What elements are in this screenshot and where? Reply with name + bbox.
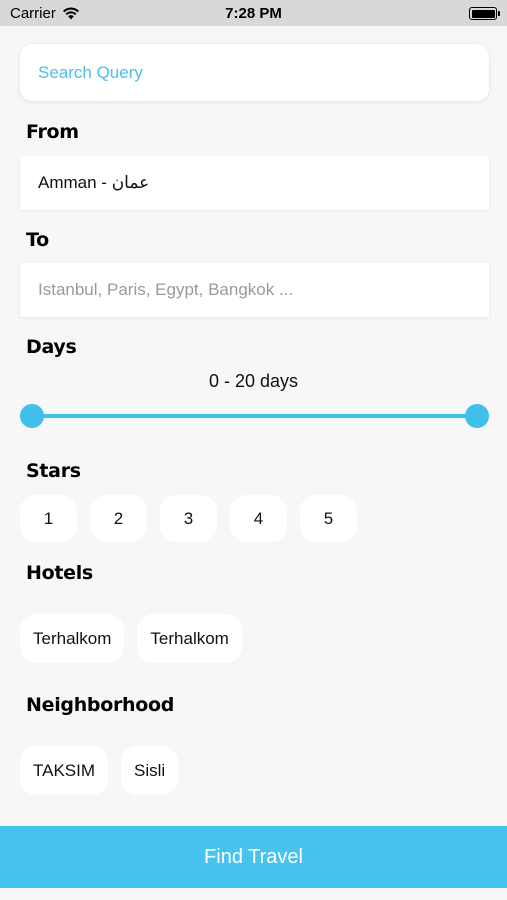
status-time: 7:28 PM <box>225 5 282 22</box>
neighborhood-chip[interactable]: TAKSIM <box>20 746 109 795</box>
neighborhood-list: TAKSIM Sisli <box>20 746 179 795</box>
star-option-5[interactable]: 5 <box>300 495 357 542</box>
star-option-3[interactable]: 3 <box>160 495 217 542</box>
slider-max-handle[interactable] <box>465 404 489 428</box>
neighborhood-chip[interactable]: Sisli <box>121 746 179 795</box>
slider-track[interactable] <box>32 414 477 418</box>
hotels-label: Hotels <box>26 562 93 584</box>
find-travel-button[interactable]: Find Travel <box>0 826 507 888</box>
star-option-4[interactable]: 4 <box>230 495 287 542</box>
to-label: To <box>26 229 49 251</box>
star-option-2[interactable]: 2 <box>90 495 147 542</box>
search-box <box>20 44 489 101</box>
to-field-container <box>20 263 489 317</box>
from-field-container <box>20 156 489 210</box>
days-label: Days <box>26 336 77 358</box>
slider-min-handle[interactable] <box>20 404 44 428</box>
stars-label: Stars <box>26 460 81 482</box>
days-range-value: 0 - 20 days <box>208 371 299 391</box>
from-field[interactable] <box>20 156 489 210</box>
star-option-1[interactable]: 1 <box>20 495 77 542</box>
to-field[interactable] <box>20 263 489 317</box>
hotel-chip[interactable]: Terhalkom <box>20 614 125 663</box>
status-bar: Carrier 7:28 PM <box>0 0 507 26</box>
days-range-slider[interactable] <box>20 403 489 429</box>
battery-icon <box>469 7 500 20</box>
neighborhood-label: Neighborhood <box>26 694 175 716</box>
from-label: From <box>26 121 79 143</box>
stars-options: 1 2 3 4 5 <box>20 495 357 542</box>
hotels-list: Terhalkom Terhalkom <box>20 614 242 663</box>
search-input[interactable] <box>20 44 489 101</box>
hotel-chip[interactable]: Terhalkom <box>137 614 242 663</box>
